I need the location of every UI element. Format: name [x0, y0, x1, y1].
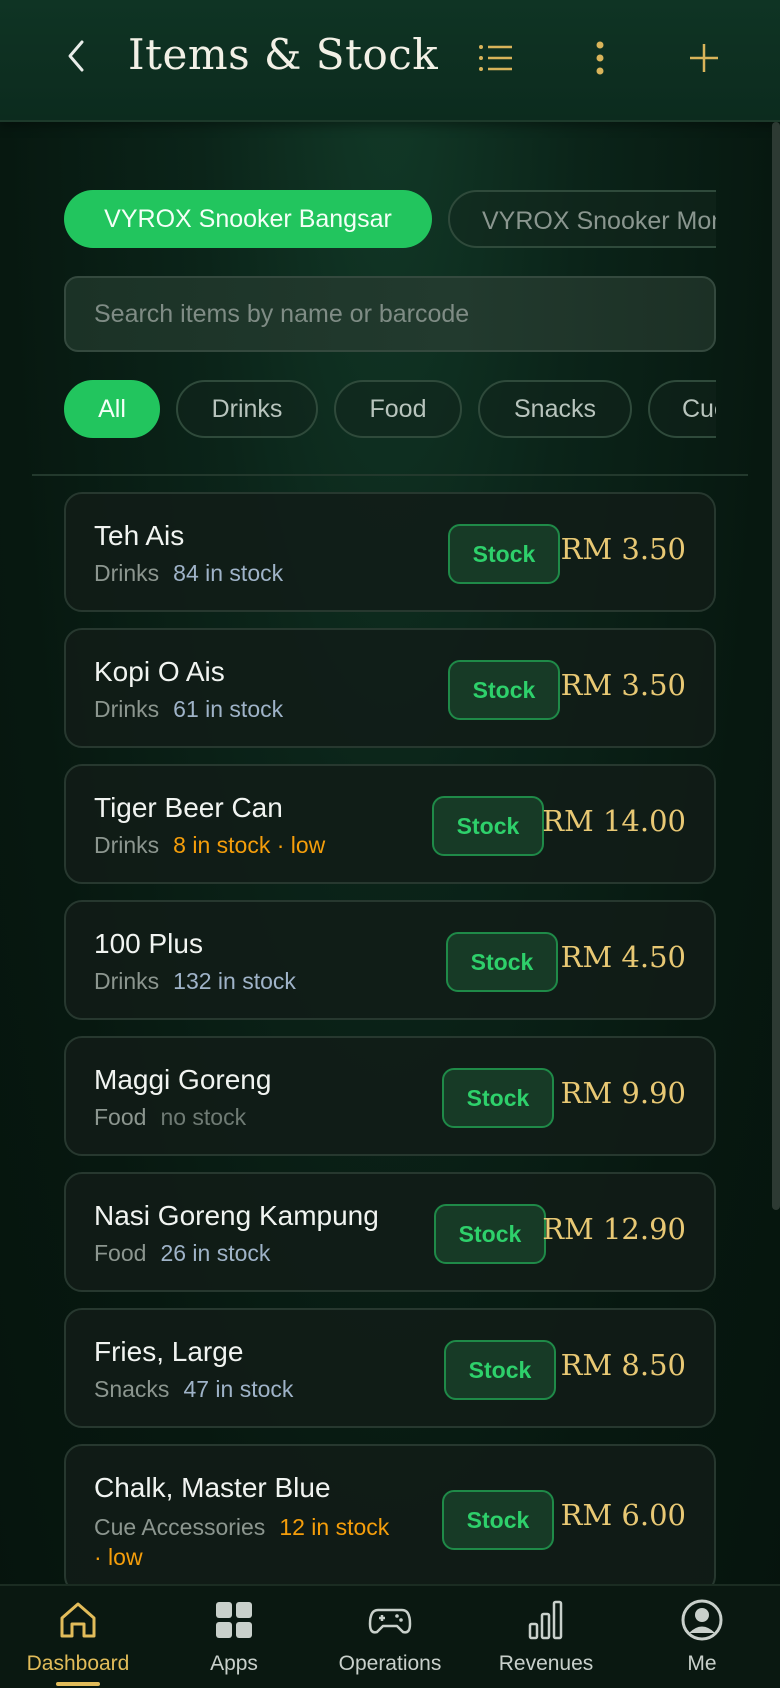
- list-view-button[interactable]: [476, 38, 516, 78]
- item-name: Tiger Beer Can: [94, 792, 283, 823]
- item-stock-text: 8 in stock · low: [173, 832, 326, 858]
- item-stock-text: 12 in stock: [279, 1514, 390, 1540]
- item-category: Food: [94, 1240, 147, 1266]
- scrollbar[interactable]: [772, 122, 780, 1210]
- item-meta: Drinks 61 in stock: [94, 696, 283, 723]
- gamepad-icon: [368, 1608, 412, 1634]
- item-category: Drinks: [94, 696, 160, 722]
- item-name: Maggi Goreng: [94, 1064, 272, 1095]
- category-chip-cue-accessories[interactable]: Cue Accessories: [648, 380, 716, 438]
- home-icon: [60, 1602, 96, 1638]
- stock-button[interactable]: Stock: [442, 1490, 554, 1550]
- category-chip-all[interactable]: All: [64, 380, 160, 438]
- category-chip-drinks[interactable]: Drinks: [176, 380, 318, 438]
- item-stock-text: 84 in stock: [173, 560, 284, 586]
- item-stock-text: 47 in stock: [183, 1376, 294, 1402]
- item-meta: Drinks 8 in stock · low: [94, 832, 325, 859]
- category-chip-food[interactable]: Food: [334, 380, 462, 438]
- item-category: Snacks: [94, 1376, 170, 1402]
- section-divider: [32, 474, 748, 476]
- item-name: Chalk, Master Blue: [94, 1472, 331, 1503]
- top-app-bar: Items & Stock: [0, 0, 780, 122]
- list-item[interactable]: 100 Plus Drinks 132 in stock Stock RM 4.5…: [64, 900, 716, 1020]
- item-meta: Food no stock: [94, 1104, 246, 1131]
- list-item[interactable]: Fries, Large Snacks 47 in stock Stock RM …: [64, 1308, 716, 1428]
- list-item[interactable]: Kopi O Ais Drinks 61 in stock Stock RM 3.…: [64, 628, 716, 748]
- nav-label: Operations: [338, 1652, 442, 1675]
- item-name: 100 Plus: [94, 928, 203, 959]
- nav-label: Dashboard: [26, 1652, 130, 1675]
- list-item[interactable]: Nasi Goreng Kampung Food 26 in stock Stoc…: [64, 1172, 716, 1292]
- item-price: RM 6.00: [560, 1498, 686, 1532]
- item-price: RM 3.50: [560, 532, 686, 566]
- nav-label: Apps: [210, 1652, 258, 1675]
- item-stock-text: 132 in stock: [173, 968, 296, 994]
- item-price: RM 12.90: [542, 1212, 686, 1246]
- active-indicator: [56, 1682, 100, 1686]
- user-avatar-icon: [681, 1599, 723, 1641]
- item-stock-text: 61 in stock: [173, 696, 284, 722]
- item-category: Drinks: [94, 968, 160, 994]
- stock-button[interactable]: Stock: [448, 660, 560, 720]
- item-price: RM 9.90: [560, 1076, 686, 1110]
- back-button[interactable]: [58, 36, 98, 76]
- nav-revenues[interactable]: Revenues: [468, 1586, 624, 1688]
- category-filter: All Drinks Food Snacks Cue Accessories: [64, 380, 716, 438]
- item-category: Drinks: [94, 832, 160, 858]
- chevron-left-icon: [68, 40, 84, 72]
- item-category: Drinks: [94, 560, 160, 586]
- item-price: RM 3.50: [560, 668, 686, 702]
- nav-operations[interactable]: Operations: [312, 1586, 468, 1688]
- more-options-button[interactable]: [580, 38, 620, 78]
- item-meta: Food 26 in stock: [94, 1240, 270, 1267]
- list-item[interactable]: Chalk, Master Blue Cue Accessories 12 in …: [64, 1444, 716, 1584]
- item-meta: Snacks 47 in stock: [94, 1376, 293, 1403]
- item-price: RM 8.50: [560, 1348, 686, 1382]
- stock-button[interactable]: Stock: [432, 796, 544, 856]
- bar-chart-icon: [528, 1600, 563, 1640]
- location-tab-mont-kiara[interactable]: VYROX Snooker Mont Kiara: [448, 190, 716, 248]
- search-input[interactable]: [64, 276, 716, 352]
- item-category: Food: [94, 1104, 147, 1130]
- item-name: Teh Ais: [94, 520, 185, 551]
- list-item[interactable]: Teh Ais Drinks 84 in stock Stock RM 3.50: [64, 492, 716, 612]
- stock-button[interactable]: Stock: [446, 932, 558, 992]
- item-price: RM 14.00: [542, 804, 686, 838]
- category-chip-snacks[interactable]: Snacks: [478, 380, 632, 438]
- item-name: Kopi O Ais: [94, 656, 225, 687]
- nav-apps[interactable]: Apps: [156, 1586, 312, 1688]
- nav-label: Me: [687, 1652, 717, 1675]
- add-item-button[interactable]: [684, 38, 724, 78]
- list-item[interactable]: Tiger Beer Can Drinks 8 in stock · low St…: [64, 764, 716, 884]
- item-meta: Drinks 84 in stock: [94, 560, 283, 587]
- apps-grid-icon: [216, 1602, 252, 1638]
- item-name: Fries, Large: [94, 1336, 244, 1367]
- item-meta: Cue Accessories 12 in stock · low: [94, 1512, 389, 1572]
- stock-button[interactable]: Stock: [434, 1204, 546, 1264]
- list-item[interactable]: Maggi Goreng Food no stock Stock RM 9.90: [64, 1036, 716, 1156]
- item-stock-low-flag: · low: [94, 1544, 143, 1570]
- item-meta: Drinks 132 in stock: [94, 968, 296, 995]
- more-vertical-icon: [596, 41, 604, 75]
- nav-me[interactable]: Me: [624, 1586, 780, 1688]
- item-category: Cue Accessories: [94, 1514, 266, 1540]
- items-list: Teh Ais Drinks 84 in stock Stock RM 3.50 …: [64, 492, 716, 1584]
- stock-button[interactable]: Stock: [444, 1340, 556, 1400]
- nav-label: Revenues: [498, 1652, 594, 1675]
- location-tab-bangsar[interactable]: VYROX Snooker Bangsar: [64, 190, 432, 248]
- item-name: Nasi Goreng Kampung: [94, 1200, 379, 1231]
- bottom-navigation: Dashboard Apps Operations Revenues Me: [0, 1584, 780, 1688]
- stock-button[interactable]: Stock: [448, 524, 560, 584]
- item-price: RM 4.50: [560, 940, 686, 974]
- item-stock-text: 26 in stock: [160, 1240, 271, 1266]
- nav-dashboard[interactable]: Dashboard: [0, 1586, 156, 1688]
- item-stock-text: no stock: [160, 1104, 247, 1130]
- location-tabs: VYROX Snooker Bangsar VYROX Snooker Mont…: [64, 190, 716, 248]
- page-title: Items & Stock: [128, 30, 439, 79]
- plus-icon: [690, 44, 718, 72]
- stock-button[interactable]: Stock: [442, 1068, 554, 1128]
- list-icon: [479, 45, 512, 71]
